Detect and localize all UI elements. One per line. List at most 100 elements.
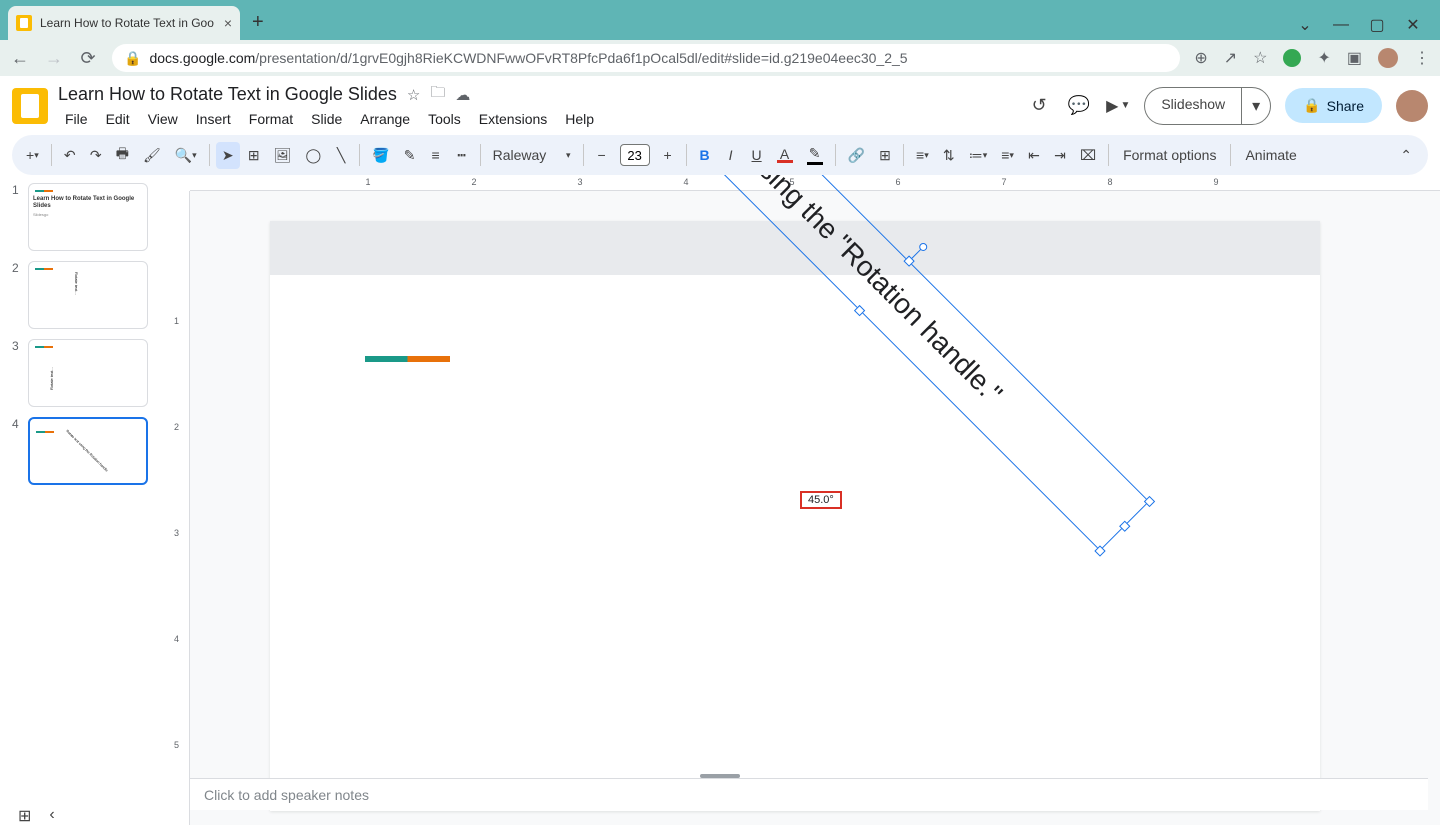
- paint-format-button[interactable]: 🖌: [137, 142, 167, 169]
- minimize-icon[interactable]: —: [1334, 18, 1348, 32]
- collapse-panel-icon[interactable]: ‹: [49, 806, 54, 826]
- border-weight-button[interactable]: ≡: [424, 142, 448, 168]
- menu-tools[interactable]: Tools: [421, 109, 468, 129]
- slide-thumbnail-3[interactable]: Rotate text...: [28, 339, 148, 407]
- document-title[interactable]: Learn How to Rotate Text in Google Slide…: [58, 84, 397, 105]
- bulleted-list-button[interactable]: ≡▾: [995, 142, 1020, 168]
- window-controls: ⌄ — ▢ ✕: [1298, 18, 1440, 40]
- format-options-button[interactable]: Format options: [1115, 143, 1224, 167]
- menu-view[interactable]: View: [141, 109, 185, 129]
- new-slide-button[interactable]: + ▾: [20, 142, 45, 168]
- selected-textbox[interactable]: Rotate text using the "Rotation handle.": [835, 286, 1365, 816]
- url-host: docs.google.com: [149, 50, 255, 66]
- print-button[interactable]: 🖶: [110, 138, 135, 172]
- lock-icon: 🔒: [124, 50, 141, 67]
- speaker-notes-placeholder: Click to add speaker notes: [204, 787, 369, 803]
- profile-avatar-icon[interactable]: [1378, 48, 1398, 68]
- undo-button[interactable]: ↶: [58, 142, 82, 169]
- sidepanel-icon[interactable]: ▣: [1347, 48, 1362, 68]
- underline-button[interactable]: U: [745, 142, 769, 168]
- menu-edit[interactable]: Edit: [99, 109, 137, 129]
- select-tool[interactable]: ➤: [216, 142, 240, 169]
- border-color-button[interactable]: ✎: [398, 142, 422, 169]
- insert-comment-button[interactable]: ⊞: [873, 142, 897, 169]
- animate-button[interactable]: Animate: [1237, 143, 1304, 167]
- reload-icon[interactable]: ⟳: [78, 48, 98, 69]
- forward-icon[interactable]: →: [44, 48, 64, 69]
- meet-button[interactable]: ▶▼: [1106, 96, 1130, 116]
- thumb-number: 3: [12, 339, 22, 407]
- numbered-list-button[interactable]: ≔▾: [963, 142, 994, 169]
- toolbar: + ▾ ↶ ↷ 🖶 🖌 🔍▾ ➤ ⊞ 🖼 ◯ ╲ 🪣 ✎ ≡ ┅ Raleway…: [12, 135, 1428, 175]
- text-color-button[interactable]: A: [771, 143, 799, 168]
- align-button[interactable]: ≡▾: [910, 142, 935, 168]
- clear-formatting-button[interactable]: ⌧: [1074, 142, 1102, 169]
- line-tool[interactable]: ╲: [329, 142, 353, 169]
- slide-thumbnail-4[interactable]: Rotate text using the Rotation handle: [28, 417, 148, 485]
- cloud-status-icon[interactable]: ☁: [455, 86, 470, 104]
- star-icon[interactable]: ☆: [407, 86, 420, 104]
- highlight-button[interactable]: ✎: [801, 140, 829, 170]
- history-icon[interactable]: ↺: [1026, 95, 1052, 116]
- shape-tool[interactable]: ◯: [299, 142, 327, 169]
- slide-thumbnail-2[interactable]: Rotate text...: [28, 261, 148, 329]
- new-tab-button[interactable]: +: [240, 11, 276, 40]
- comments-icon[interactable]: 💬: [1066, 95, 1092, 116]
- account-avatar-icon[interactable]: [1396, 90, 1428, 122]
- slides-logo-icon[interactable]: [12, 88, 48, 124]
- maximize-icon[interactable]: ▢: [1370, 18, 1384, 32]
- font-size-decrease[interactable]: −: [590, 142, 614, 168]
- redo-button[interactable]: ↷: [84, 142, 108, 169]
- thumb-number: 4: [12, 417, 22, 485]
- share-button[interactable]: 🔒Share: [1285, 88, 1382, 123]
- menu-extensions[interactable]: Extensions: [472, 109, 554, 129]
- share-url-icon[interactable]: ↗: [1224, 48, 1237, 68]
- italic-button[interactable]: I: [719, 142, 743, 168]
- indent-increase-button[interactable]: ⇥: [1048, 142, 1072, 169]
- browser-tab[interactable]: Learn How to Rotate Text in Goo ×: [8, 6, 240, 40]
- insert-link-button[interactable]: 🔗: [842, 142, 871, 169]
- canvas-area: 1 2 3 4 5 6 7 8 9 1 2 3 4 5 Rotate text …: [168, 175, 1440, 825]
- collapse-toolbar-icon[interactable]: ⌃: [1392, 143, 1420, 168]
- url-path: /presentation/d/1grvE0gjh8RieKCWDNFwwOFv…: [255, 50, 907, 66]
- bookmark-star-icon[interactable]: ☆: [1253, 48, 1267, 68]
- extensions-icon[interactable]: ✦: [1317, 48, 1330, 68]
- main-area: 1 Learn How to Rotate Text in Google Sli…: [0, 175, 1440, 825]
- menu-insert[interactable]: Insert: [189, 109, 238, 129]
- slideshow-button[interactable]: Slideshow: [1144, 87, 1241, 125]
- slide-canvas[interactable]: Rotate text using the "Rotation handle."…: [270, 221, 1320, 811]
- bold-button[interactable]: B: [693, 142, 717, 168]
- thumb-number: 2: [12, 261, 22, 329]
- url-field[interactable]: 🔒 docs.google.com/presentation/d/1grvE0g…: [112, 44, 1180, 72]
- border-dash-button[interactable]: ┅: [450, 142, 474, 169]
- slide-thumbnail-1[interactable]: Learn How to Rotate Text in Google Slide…: [28, 183, 148, 251]
- zoom-icon[interactable]: ⊕: [1194, 48, 1207, 68]
- line-spacing-button[interactable]: ⇅: [937, 142, 961, 169]
- rotation-angle-badge: 45.0°: [800, 491, 842, 509]
- textbox-tool[interactable]: ⊞: [242, 142, 266, 169]
- thumb-number: 1: [12, 183, 22, 251]
- back-icon[interactable]: ←: [10, 48, 30, 69]
- explore-icon[interactable]: ⊞: [18, 806, 31, 826]
- menu-file[interactable]: File: [58, 109, 95, 129]
- chevron-down-icon[interactable]: ⌄: [1298, 18, 1312, 32]
- lock-icon: 🔒: [1303, 97, 1320, 114]
- kebab-menu-icon[interactable]: ⋮: [1414, 48, 1430, 68]
- zoom-button[interactable]: 🔍▾: [169, 142, 203, 169]
- close-window-icon[interactable]: ✕: [1406, 18, 1420, 32]
- close-tab-icon[interactable]: ×: [224, 15, 232, 31]
- menu-slide[interactable]: Slide: [304, 109, 349, 129]
- indent-decrease-button[interactable]: ⇤: [1022, 142, 1046, 169]
- image-tool[interactable]: 🖼: [268, 142, 298, 169]
- menu-arrange[interactable]: Arrange: [353, 109, 417, 129]
- menu-format[interactable]: Format: [242, 109, 300, 129]
- menu-help[interactable]: Help: [558, 109, 601, 129]
- extension-badge-icon[interactable]: [1283, 49, 1301, 67]
- slideshow-dropdown[interactable]: ▾: [1241, 87, 1271, 125]
- font-family-select[interactable]: Raleway▾: [487, 143, 577, 167]
- font-size-input[interactable]: [620, 144, 650, 166]
- font-size-increase[interactable]: +: [656, 142, 680, 168]
- fill-color-button[interactable]: 🪣: [366, 142, 395, 169]
- speaker-notes[interactable]: Click to add speaker notes: [190, 778, 1428, 810]
- move-folder-icon[interactable]: 🗀: [430, 82, 445, 107]
